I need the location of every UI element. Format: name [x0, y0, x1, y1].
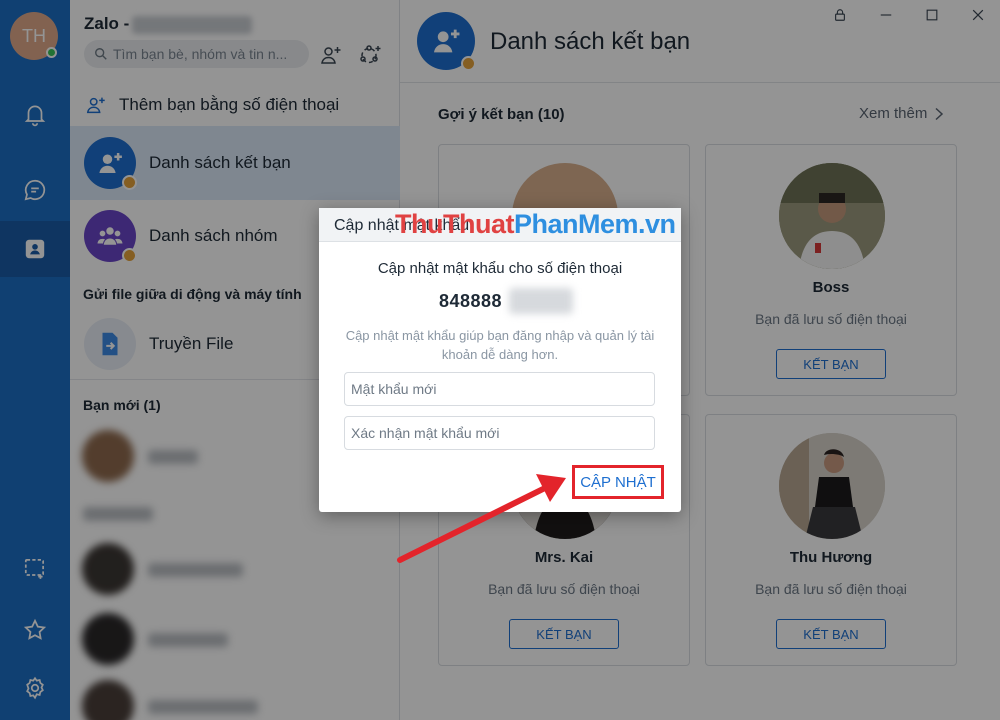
watermark: ThuThuatPhanMem.vn: [395, 209, 676, 239]
phone-number: 848888: [439, 291, 503, 311]
update-button[interactable]: CẬP NHẬT: [572, 465, 664, 499]
dialog-description: Cập nhật mật khẩu giúp bạn đăng nhập và …: [345, 328, 655, 362]
dialog-subtitle: Cập nhật mật khẩu cho số điện thoại: [377, 260, 623, 277]
confirm-password-field[interactable]: [344, 416, 655, 450]
new-password-field[interactable]: [344, 372, 655, 406]
update-password-dialog: Cập nhật mật khẩu ThuThuatPhanMem.vn Cập…: [319, 208, 681, 512]
dialog-header: Cập nhật mật khẩu ThuThuatPhanMem.vn: [319, 208, 681, 242]
phone-number-redacted: [509, 288, 573, 314]
